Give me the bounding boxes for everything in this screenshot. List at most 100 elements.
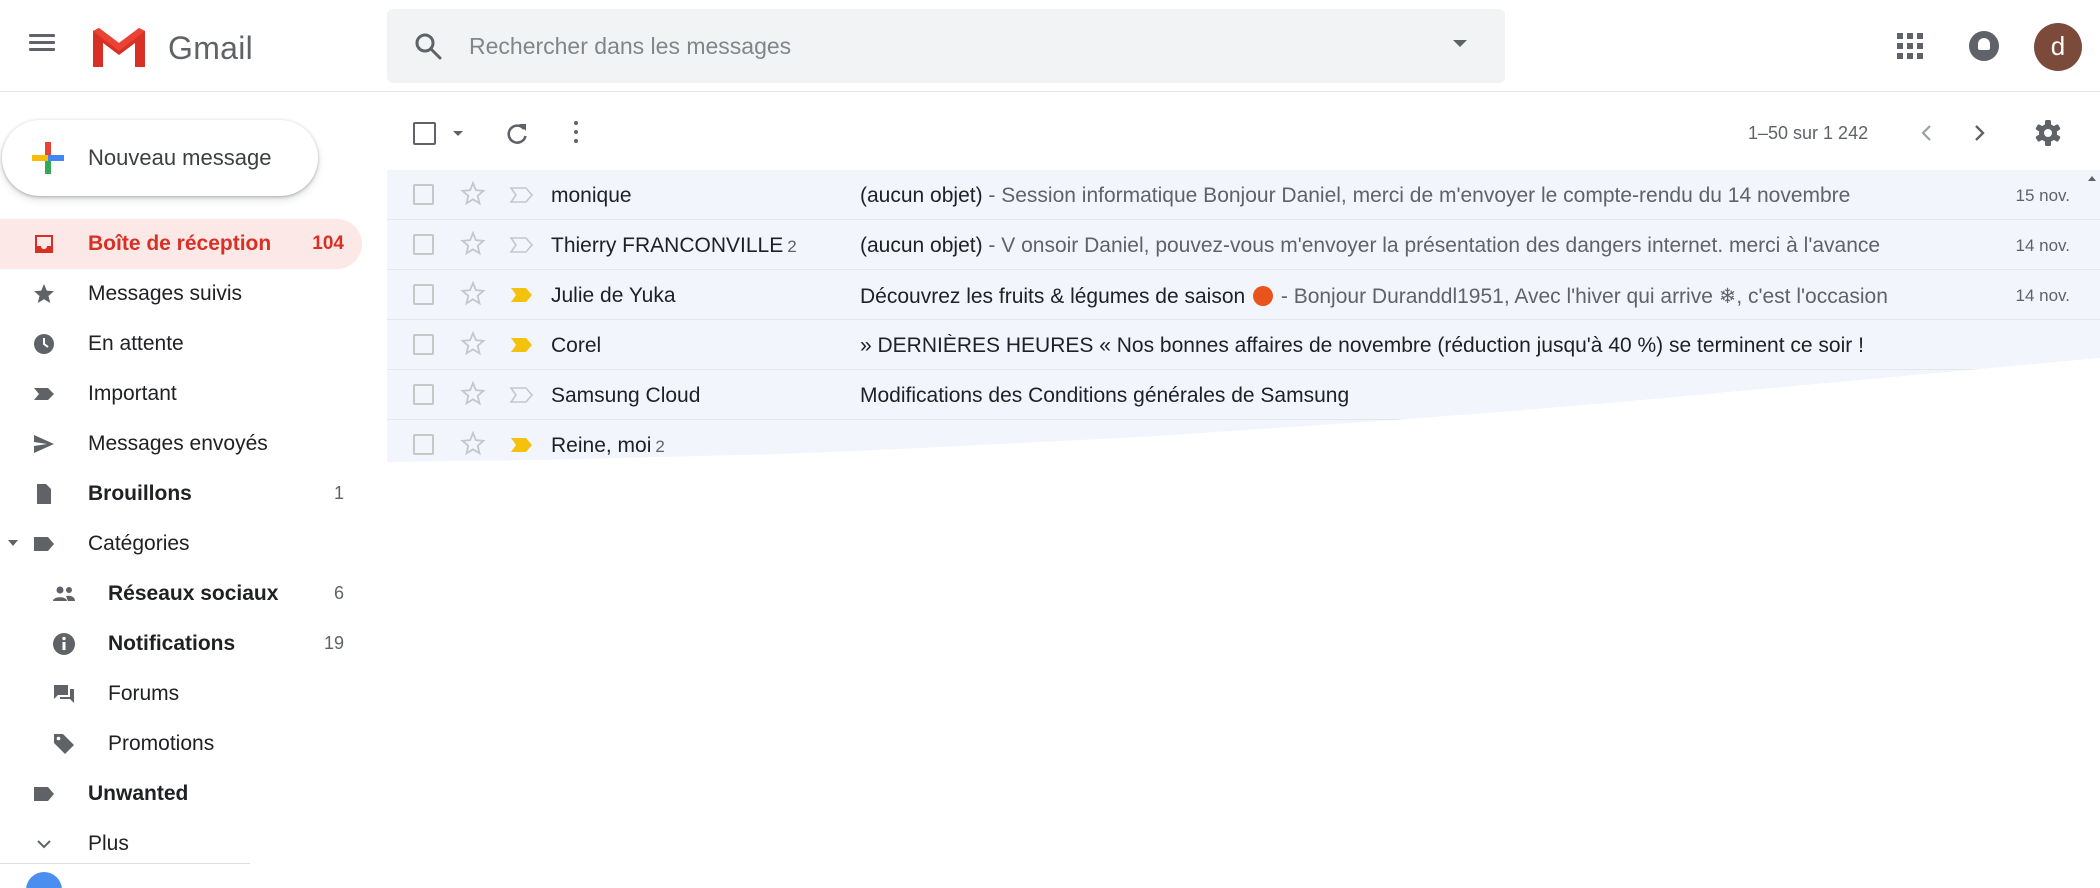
subject-text: Découvrez les fruits & légumes de saison xyxy=(860,285,1246,308)
sidebar-item-social[interactable]: Réseaux sociaux 6 xyxy=(0,569,362,619)
search-options-caret-icon[interactable] xyxy=(1453,40,1467,47)
message-row[interactable]: Corel » DERNIÈRES HEURES « Nos bonnes af… xyxy=(387,320,2100,370)
sidebar-item-categories[interactable]: Catégories xyxy=(0,519,362,569)
row-date: 14 nov. xyxy=(2015,286,2070,305)
more-options-icon[interactable] xyxy=(573,121,579,147)
message-row[interactable]: Samsung Cloud Modifications des Conditio… xyxy=(387,370,2100,420)
search-input[interactable] xyxy=(469,29,1369,63)
draft-icon xyxy=(37,484,51,504)
star-outline-icon[interactable] xyxy=(459,180,487,208)
snippet-text: - V onsoir Daniel, pouvez-vous m'envoyer… xyxy=(982,234,1881,257)
sidebar-item-important[interactable]: Important xyxy=(0,369,362,419)
sidebar-item-inbox[interactable]: Boîte de réception 104 xyxy=(0,219,362,269)
sidebar-item-promotions[interactable]: Promotions xyxy=(0,719,362,769)
sender-name: Samsung Cloud xyxy=(551,384,701,407)
row-checkbox[interactable] xyxy=(413,334,434,355)
message-row[interactable]: Julie de Yuka Découvrez les fruits & lég… xyxy=(387,270,2100,320)
main-menu-icon[interactable] xyxy=(26,30,58,62)
thread-count: 2 xyxy=(655,437,665,456)
pagination-range: 1–50 sur 1 242 xyxy=(1748,123,1869,143)
row-sender: monique xyxy=(551,184,636,208)
sidebar-item-label: Important xyxy=(88,382,177,405)
send-icon xyxy=(34,435,54,453)
row-sender: Reine, moi 2 xyxy=(551,434,665,458)
star-outline-icon[interactable] xyxy=(459,480,487,508)
compose-button[interactable]: Nouveau message xyxy=(2,120,318,196)
row-subject: Découvrez les fruits & légumes de saison… xyxy=(860,284,1910,309)
row-checkbox[interactable] xyxy=(413,434,434,455)
snippet-text: - Session informatique Bonjour Daniel, m… xyxy=(982,184,1851,207)
chevron-down-icon xyxy=(37,840,51,849)
sidebar-item-label: Boîte de réception xyxy=(88,232,272,255)
row-checkbox[interactable] xyxy=(413,234,434,255)
row-checkbox[interactable] xyxy=(413,484,434,505)
sidebar-nav: Boîte de réception 104 Messages suivis E… xyxy=(0,219,362,869)
row-date: 14 nov. xyxy=(2015,236,2070,255)
subject-text: Modifications des Conditions générales d… xyxy=(860,384,1350,407)
row-checkbox[interactable] xyxy=(413,284,434,305)
sidebar-item-unwanted[interactable]: Unwanted xyxy=(0,769,362,819)
important-marker-icon[interactable] xyxy=(509,286,535,304)
sidebar-item-count: 1 xyxy=(333,483,344,503)
scroll-up-arrow-icon[interactable] xyxy=(2088,176,2096,181)
sender-name: Facebook xyxy=(551,484,644,507)
label-icon xyxy=(34,787,54,801)
sidebar-item-label: Promotions xyxy=(108,732,215,755)
search-icon[interactable] xyxy=(413,31,443,61)
sidebar-item-snoozed[interactable]: En attente xyxy=(0,319,362,369)
gmail-logo-icon[interactable] xyxy=(90,25,148,69)
sender-name: Corel xyxy=(551,334,602,357)
subject-text: (aucun objet) xyxy=(860,234,983,257)
row-sender: Thierry FRANCONVILLE 2 xyxy=(551,234,797,258)
sidebar-item-label: Réseaux sociaux xyxy=(108,582,279,605)
message-row[interactable]: Facebook xyxy=(387,470,2100,520)
important-icon xyxy=(34,388,54,400)
star-icon xyxy=(34,284,54,303)
star-outline-icon[interactable] xyxy=(459,380,487,408)
important-outline-icon[interactable] xyxy=(509,386,535,404)
top-bar: Gmail d xyxy=(0,0,2100,92)
gear-icon[interactable] xyxy=(2033,118,2063,148)
message-row[interactable]: Reine, moi 2 xyxy=(387,420,2100,462)
sidebar-item-notifications[interactable]: Notifications 19 xyxy=(0,619,362,669)
account-avatar[interactable]: d xyxy=(2034,23,2082,71)
star-outline-icon[interactable] xyxy=(459,280,487,308)
select-all-checkbox[interactable] xyxy=(413,122,436,145)
row-date: 15 nov. xyxy=(2015,186,2070,205)
sender-name: Julie de Yuka xyxy=(551,284,676,307)
important-outline-icon[interactable] xyxy=(509,186,535,204)
sidebar-item-more[interactable]: Plus xyxy=(0,819,362,869)
important-marker-icon[interactable] xyxy=(509,336,535,354)
sidebar-item-sent[interactable]: Messages envoyés xyxy=(0,419,362,469)
sidebar-item-starred[interactable]: Messages suivis xyxy=(0,269,362,319)
tag-icon xyxy=(54,734,74,754)
star-outline-icon[interactable] xyxy=(459,330,487,358)
chevron-left-icon[interactable] xyxy=(1913,119,1941,147)
select-options-caret-icon[interactable] xyxy=(453,131,463,136)
important-marker-icon[interactable] xyxy=(509,486,535,504)
expand-arrow-icon[interactable] xyxy=(8,540,18,546)
important-marker-icon[interactable] xyxy=(509,436,535,454)
star-outline-icon[interactable] xyxy=(459,430,487,458)
row-sender: Julie de Yuka xyxy=(551,284,680,308)
message-row[interactable]: Thierry FRANCONVILLE 2 (aucun objet) - V … xyxy=(387,220,2100,270)
sidebar-item-label: Forums xyxy=(108,682,180,705)
refresh-icon[interactable] xyxy=(503,120,531,148)
apps-grid-icon[interactable] xyxy=(1897,33,1923,59)
sidebar-item-drafts[interactable]: Brouillons 1 xyxy=(0,469,362,519)
sidebar-item-label: Plus xyxy=(88,832,129,855)
sidebar-item-forums[interactable]: Forums xyxy=(0,669,362,719)
star-outline-icon[interactable] xyxy=(459,230,487,258)
notifications-icon[interactable] xyxy=(1969,31,1999,61)
row-checkbox[interactable] xyxy=(413,384,434,405)
row-subject: » DERNIÈRES HEURES « Nos bonnes affaires… xyxy=(860,334,1910,358)
row-checkbox[interactable] xyxy=(413,184,434,205)
snippet-text: - Bonjour Duranddl1951, Avec l'hiver qui… xyxy=(1275,285,1888,308)
sidebar-item-label: Brouillons xyxy=(88,482,192,505)
chevron-right-icon[interactable] xyxy=(1965,119,1993,147)
message-row[interactable]: monique (aucun objet) - Session informat… xyxy=(387,170,2100,220)
important-outline-icon[interactable] xyxy=(509,236,535,254)
hangouts-avatar[interactable] xyxy=(26,872,62,888)
sidebar-item-label: En attente xyxy=(88,332,184,355)
search-bar[interactable] xyxy=(387,9,1505,83)
